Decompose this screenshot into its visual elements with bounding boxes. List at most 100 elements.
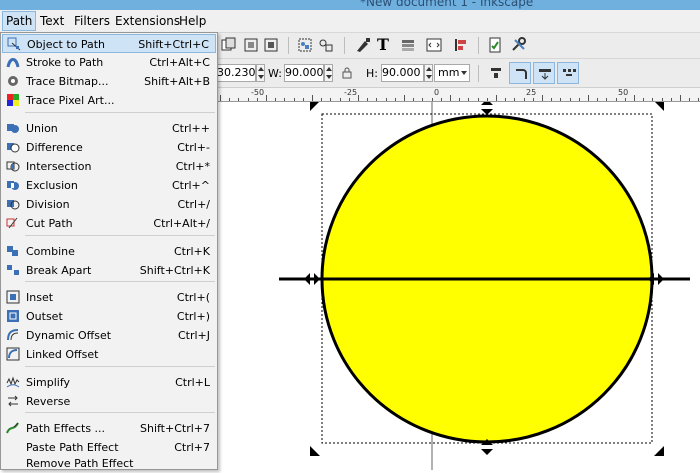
menu-item-division[interactable]: Division Ctrl+/ xyxy=(2,195,216,214)
menu-item-shortcut: Shift+Ctrl+C xyxy=(138,38,209,51)
ruler-tick xyxy=(339,98,341,101)
menu-item-path-effects[interactable]: Path Effects ... Shift+Ctrl+7 xyxy=(2,419,216,438)
ruler-tick xyxy=(606,98,608,101)
menu-item-difference[interactable]: Difference Ctrl+- xyxy=(2,138,216,157)
document-properties-icon[interactable] xyxy=(487,37,503,53)
duplicate-icon[interactable] xyxy=(221,37,237,53)
ruler-tick xyxy=(542,95,543,101)
menu-item-intersection[interactable]: Intersection Ctrl+* xyxy=(2,157,216,176)
menu-item-union[interactable]: Union Ctrl++ xyxy=(2,119,216,138)
ruler-tick xyxy=(256,98,258,101)
trace-pixel-art-icon xyxy=(6,93,20,107)
preferences-icon[interactable] xyxy=(511,37,527,53)
menu-item-reverse[interactable]: Reverse xyxy=(2,392,216,411)
ruler-tick xyxy=(670,98,672,101)
menu-item-shortcut: Ctrl+- xyxy=(177,141,210,154)
scale-corners-toggle[interactable] xyxy=(509,62,531,84)
move-gradients-toggle[interactable] xyxy=(533,62,555,84)
menu-item-shortcut: Shift+Ctrl+7 xyxy=(139,422,210,435)
menu-item-label: Difference xyxy=(26,141,83,154)
scale-stroke-toggle[interactable] xyxy=(485,62,507,84)
menu-item-object-to-path[interactable]: Object to Path Shift+Ctrl+C xyxy=(2,34,216,53)
x-spinner[interactable] xyxy=(256,64,265,82)
toolbar-separator xyxy=(288,37,289,54)
menu-item-inset[interactable]: Inset Ctrl+( xyxy=(2,288,216,307)
menu-item-trace-bitmap[interactable]: Trace Bitmap... Shift+Alt+B xyxy=(2,72,216,91)
ruler-tick xyxy=(358,95,359,101)
ruler-tick xyxy=(348,98,350,101)
unlink-clone-icon[interactable] xyxy=(263,37,279,53)
ruler-tick xyxy=(689,98,691,101)
ungroup-icon[interactable] xyxy=(318,37,334,53)
menu-item-cut-path[interactable]: Cut Path Ctrl+Alt+/ xyxy=(2,214,216,233)
ruler-label: 0 xyxy=(434,88,440,97)
ruler-tick xyxy=(440,98,442,101)
clone-icon[interactable] xyxy=(243,37,259,53)
menu-item-label: Linked Offset xyxy=(26,348,99,361)
menu-item-shortcut: Shift+Alt+B xyxy=(144,75,210,88)
ruler-tick xyxy=(431,98,433,101)
ruler-tick xyxy=(597,98,599,101)
toolbar-separator xyxy=(344,37,345,54)
menu-item-remove-path-effect[interactable]: Remove Path Effect xyxy=(2,454,216,473)
handle-top-right-icon xyxy=(655,102,664,111)
menu-item-label: Inset xyxy=(26,291,54,304)
xml-editor-layers-icon[interactable] xyxy=(400,37,416,53)
ruler-tick xyxy=(266,95,267,101)
xml-editor-icon[interactable] xyxy=(426,37,442,53)
menu-text[interactable]: Text xyxy=(40,14,64,28)
group-icon[interactable] xyxy=(297,37,313,53)
height-spinner[interactable] xyxy=(424,64,433,82)
menu-item-break-apart[interactable]: Break Apart Shift+Ctrl+K xyxy=(2,261,216,280)
height-field[interactable]: 90.000 xyxy=(381,64,424,82)
ruler-tick xyxy=(422,98,424,101)
ruler-tick xyxy=(450,95,451,101)
ruler-tick xyxy=(588,95,589,101)
width-field[interactable]: 90.000 xyxy=(284,64,324,82)
menu-help[interactable]: Help xyxy=(179,14,206,28)
menu-filters[interactable]: Filters xyxy=(74,14,110,28)
unit-select[interactable]: mm xyxy=(434,64,470,82)
menu-item-stroke-to-path[interactable]: Stroke to Path Ctrl+Alt+C xyxy=(2,53,216,72)
menu-item-linked-offset[interactable]: Linked Offset xyxy=(2,345,216,364)
menu-item-outset[interactable]: Outset Ctrl+) xyxy=(2,307,216,326)
ruler-label: -25 xyxy=(344,88,358,97)
menu-item-label: Remove Path Effect xyxy=(26,457,134,470)
menu-item-simplify[interactable]: Simplify Ctrl+L xyxy=(2,373,216,392)
menu-item-shortcut: Ctrl+) xyxy=(176,310,210,323)
menu-path[interactable]: Path xyxy=(2,11,37,31)
ruler-tick xyxy=(477,98,479,101)
break-apart-icon xyxy=(6,263,20,277)
unit-value: mm xyxy=(438,66,460,79)
text-font-icon[interactable]: T xyxy=(377,37,393,53)
x-position-field[interactable]: 30.230 xyxy=(216,64,256,82)
menu-item-shortcut: Ctrl+J xyxy=(177,329,210,342)
ruler-tick xyxy=(367,98,369,101)
ruler-tick xyxy=(652,98,654,101)
menu-item-exclusion[interactable]: Exclusion Ctrl+^ xyxy=(2,176,216,195)
lock-icon[interactable] xyxy=(341,66,353,80)
menu-item-dynamic-offset[interactable]: Dynamic Offset Ctrl+J xyxy=(2,326,216,345)
toolbar-separator xyxy=(478,37,479,54)
ruler-tick xyxy=(569,98,571,101)
menu-separator xyxy=(25,412,215,413)
width-spinner[interactable] xyxy=(324,64,333,82)
ruler-label: -50 xyxy=(251,88,265,97)
combine-icon xyxy=(6,244,20,258)
menu-extensions[interactable]: Extensions xyxy=(115,14,180,28)
ruler-tick xyxy=(532,98,534,101)
dynamic-offset-icon xyxy=(6,328,20,342)
menu-item-trace-pixel-art[interactable]: Trace Pixel Art... xyxy=(2,91,216,110)
fill-stroke-icon[interactable] xyxy=(355,37,371,53)
move-patterns-toggle[interactable] xyxy=(557,62,579,84)
path-effects-icon xyxy=(6,421,20,435)
outset-icon xyxy=(6,309,20,323)
menu-item-label: Reverse xyxy=(26,395,71,408)
menu-item-label: Cut Path xyxy=(26,217,73,230)
ruler-tick xyxy=(459,98,461,101)
handle-top-icon xyxy=(481,102,493,115)
menu-item-combine[interactable]: Combine Ctrl+K xyxy=(2,242,216,261)
menu-item-label: Path Effects ... xyxy=(26,422,106,435)
menu-item-label: Paste Path Effect xyxy=(26,441,119,454)
align-distribute-icon[interactable] xyxy=(452,37,468,53)
